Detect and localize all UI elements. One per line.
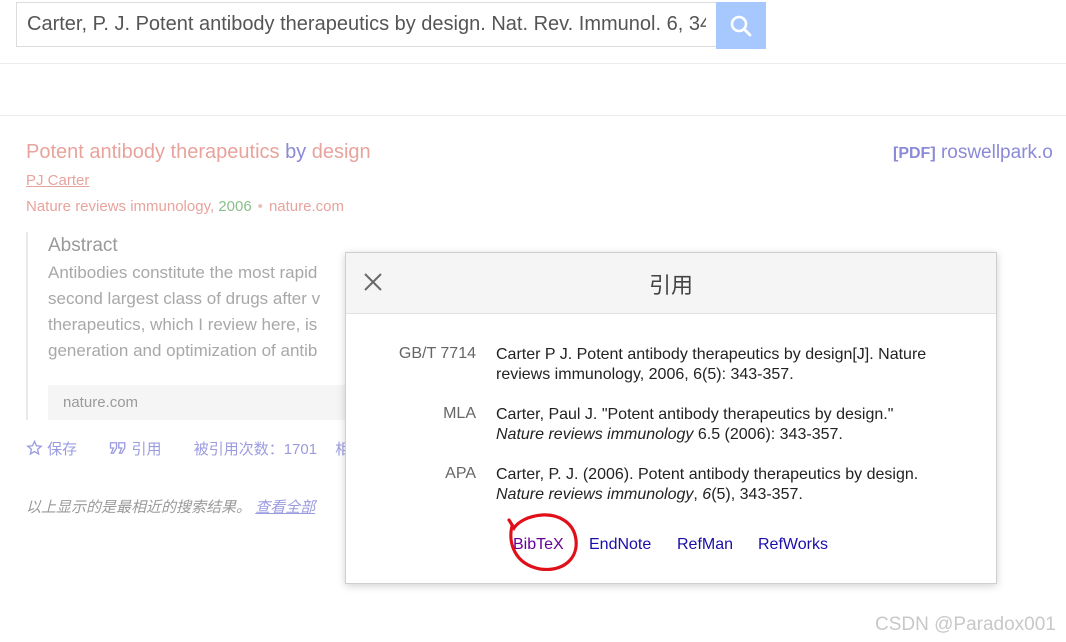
abstract-source: nature.com: [48, 385, 358, 420]
divider: [0, 115, 1066, 116]
search-button[interactable]: [716, 2, 766, 49]
pdf-domain: roswellpark.o: [940, 142, 1053, 163]
citation-part: Carter, P. J. (2006). Potent antibody th…: [496, 466, 919, 483]
source-year: 2006: [218, 198, 252, 215]
export-bibtex-link[interactable]: BibTeX: [513, 536, 564, 554]
pdf-link[interactable]: [PDF] roswellpark.o: [893, 142, 1053, 164]
citation-text[interactable]: Carter P J. Potent antibody therapeutics…: [496, 345, 966, 385]
abstract-line: generation and optimization of antib: [48, 341, 318, 360]
result-actions: 保存 引用 被引用次数：1701 相关: [26, 438, 379, 459]
divider: [0, 63, 1066, 64]
source-site: nature.com: [268, 198, 344, 215]
citation-text[interactable]: Carter, P. J. (2006). Potent antibody th…: [496, 465, 966, 505]
search-icon: [730, 15, 752, 36]
result-title-highlight: by: [285, 141, 307, 163]
citation-part: 6.5 (2006): 343-357.: [693, 426, 843, 443]
cite-label: 引用: [131, 441, 162, 458]
abstract-line: therapeutics, which I review here, is: [48, 315, 318, 334]
citation-part: (5), 343-357.: [711, 486, 803, 503]
citation-style-label: GB/T 7714: [398, 345, 476, 362]
abstract-line: second largest class of drugs after v: [48, 289, 321, 308]
abstract-block: Abstract Antibodies constitute the most …: [26, 232, 358, 420]
search-bar: [16, 2, 766, 49]
search-input[interactable]: [16, 2, 716, 47]
result-title-part: design: [306, 141, 371, 163]
abstract-heading: Abstract: [48, 235, 118, 256]
citation-journal: Nature reviews immunology: [496, 426, 694, 443]
citation-volume: 6: [702, 486, 712, 503]
dialog-title: 引用: [648, 273, 693, 298]
author-link[interactable]: PJ Carter: [26, 172, 89, 189]
result-title-part: Potent antibody therapeutics: [26, 141, 286, 163]
note-text: 以上显示的是最相近的搜索结果。: [26, 499, 252, 516]
citation-style-label: APA: [445, 465, 476, 482]
pdf-tag: [PDF]: [893, 145, 936, 162]
search-note: 以上显示的是最相近的搜索结果。 查看全部: [26, 496, 315, 517]
save-button[interactable]: 保存: [26, 439, 95, 458]
quote-icon: [110, 442, 126, 454]
citation-part: Carter, Paul J. "Potent antibody therape…: [496, 406, 894, 423]
export-refworks-link[interactable]: RefWorks: [758, 536, 828, 554]
cite-button[interactable]: 引用: [109, 441, 179, 458]
dialog-header: 引用: [346, 253, 996, 314]
save-label: 保存: [47, 441, 78, 458]
result-title-link[interactable]: Potent antibody therapeutics by design: [26, 141, 371, 164]
abstract-line: Antibodies constitute the most rapid: [48, 263, 318, 282]
citation-part: ,: [693, 486, 703, 503]
cited-by-link[interactable]: 被引用次数：1701: [194, 441, 317, 458]
source-separator: •: [257, 198, 263, 215]
star-icon: [26, 439, 43, 456]
source-journal: Nature reviews immunology,: [26, 198, 219, 215]
export-endnote-link[interactable]: EndNote: [589, 536, 651, 554]
citation-text[interactable]: Carter, Paul J. "Potent antibody therape…: [496, 405, 966, 445]
result-source: Nature reviews immunology, 2006 • nature.c…: [26, 198, 344, 215]
citation-journal: Nature reviews immunology: [496, 486, 694, 503]
export-refman-link[interactable]: RefMan: [677, 536, 733, 554]
watermark: CSDN @Paradox001: [875, 614, 1056, 635]
view-all-link[interactable]: 查看全部: [255, 499, 315, 516]
cite-dialog: 引用 GB/T 7714 Carter P J. Potent antibody…: [345, 252, 997, 584]
citation-style-label: MLA: [443, 405, 476, 422]
